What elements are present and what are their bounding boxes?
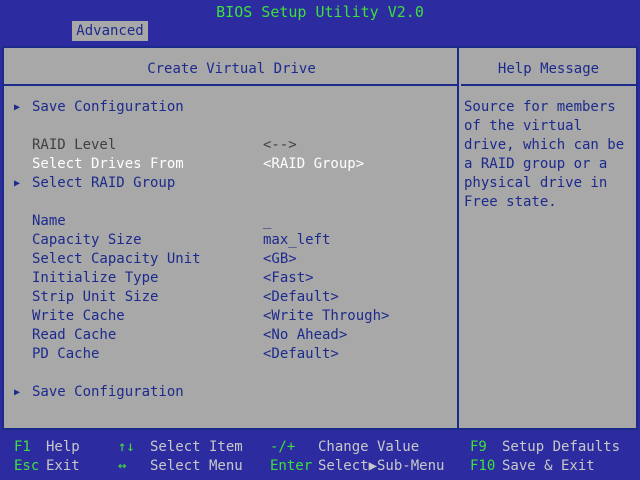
key-f10: F10 [470,458,496,474]
setting-capacity-size[interactable]: Capacity Size max_left [4,231,454,250]
key-f9-desc: Setup Defaults [502,439,621,455]
item-label: Select RAID Group [32,175,176,191]
setting-name[interactable]: Name _ [4,212,454,231]
setting-write-cache[interactable]: Write Cache <Write Through> [4,307,454,326]
item-value: <--> [263,137,297,153]
setting-raid-level: RAID Level <--> [4,136,454,155]
setting-read-cache[interactable]: Read Cache <No Ahead> [4,326,454,345]
item-label: Save Configuration [32,384,184,400]
setting-initialize-type[interactable]: Initialize Type <Fast> [4,269,454,288]
tab-advanced[interactable]: Advanced [72,21,148,41]
key-f9: F9 [470,439,487,455]
item-value[interactable]: max_left [263,231,330,250]
key-esc-desc: Exit [46,458,80,474]
help-message: Source for members of the virtual drive,… [464,99,625,210]
key-esc: Esc [14,458,40,474]
key-plus-minus-desc: Change Value [318,439,420,455]
help-title: Help Message [461,48,636,86]
item-label: Name [32,213,66,229]
item-value[interactable]: <RAID Group> [263,155,364,174]
item-value[interactable]: <Default> [263,345,339,364]
item-label: RAID Level [32,137,117,153]
item-label: Initialize Type [32,270,159,286]
item-label: Select Capacity Unit [32,251,201,267]
setting-strip-unit-size[interactable]: Strip Unit Size <Default> [4,288,454,307]
item-value[interactable]: <Default> [263,288,339,307]
item-value[interactable]: <No Ahead> [263,326,347,345]
key-left-right-icon: ↔ [118,458,127,474]
key-enter-desc: Select▶Sub-Menu [318,458,445,474]
item-label: PD Cache [32,346,100,362]
key-f1: F1 [14,439,31,455]
app-title: BIOS Setup Utility V2.0 [216,3,424,21]
key-left-right-desc: Select Menu [150,458,243,474]
item-label: Save Configuration [32,99,184,115]
menu-item-save-configuration-top[interactable]: ▶ Save Configuration [4,98,454,117]
title-bar: BIOS Setup Utility V2.0 Advanced [0,0,640,41]
submenu-arrow-icon: ▶ [14,387,21,398]
submenu-arrow-icon: ▶ [14,102,21,113]
menu-item-select-raid-group[interactable]: ▶ Select RAID Group [4,174,454,193]
setting-select-capacity-unit[interactable]: Select Capacity Unit <GB> [4,250,454,269]
item-label: Select Drives From [32,156,184,172]
item-value[interactable]: <Write Through> [263,307,389,326]
key-f1-desc: Help [46,439,80,455]
item-value[interactable]: <Fast> [263,269,314,288]
main-frame: Create Virtual Drive ▶ Save Configuratio… [2,46,638,430]
item-label: Read Cache [32,327,117,343]
setting-select-drives-from[interactable]: Select Drives From <RAID Group> [4,155,454,174]
item-label: Strip Unit Size [32,289,159,305]
settings-panel: Create Virtual Drive ▶ Save Configuratio… [4,48,459,428]
menu-item-save-configuration-bottom[interactable]: ▶ Save Configuration [4,383,454,402]
key-up-down-desc: Select Item [150,439,243,455]
submenu-arrow-icon: ▶ [14,178,21,189]
key-legend: F1 Help Esc Exit ↑↓ Select Item ↔ Select… [0,436,640,480]
item-label: Write Cache [32,308,125,324]
key-up-down-icon: ↑↓ [118,439,135,455]
panel-title: Create Virtual Drive [4,48,459,86]
key-plus-minus: -/+ [270,439,296,455]
key-f10-desc: Save & Exit [502,458,595,474]
item-value[interactable]: _ [263,212,271,231]
setting-pd-cache[interactable]: PD Cache <Default> [4,345,454,364]
key-enter: Enter [270,458,313,474]
item-value[interactable]: <GB> [263,250,297,269]
item-label: Capacity Size [32,232,142,248]
